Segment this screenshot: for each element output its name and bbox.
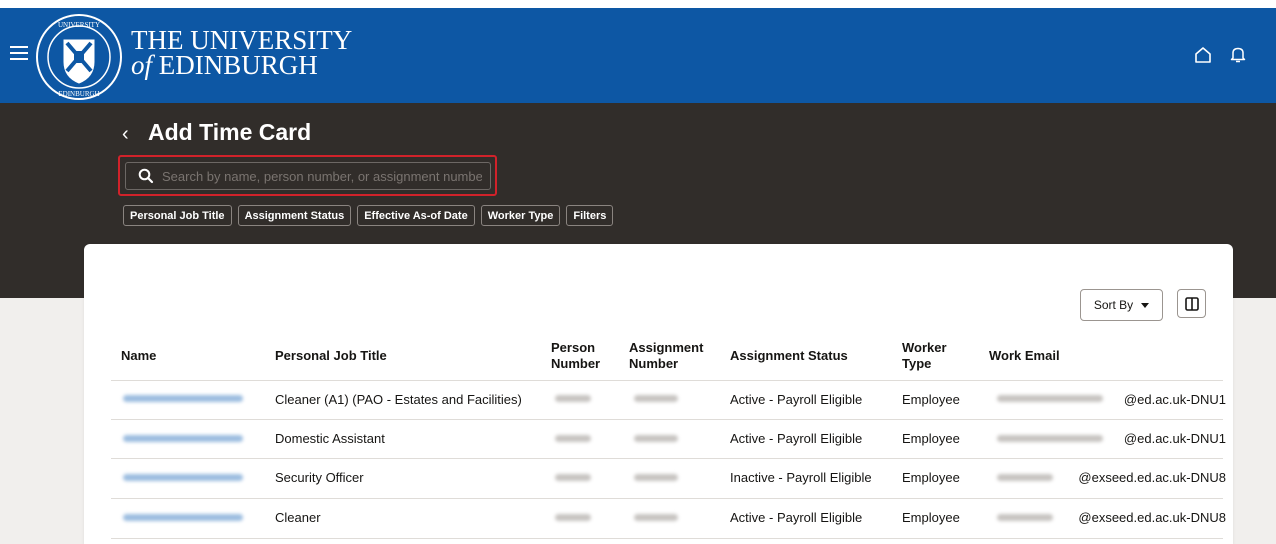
brand-of: of	[131, 50, 153, 80]
header-worker-type-line1: Worker	[902, 340, 947, 355]
email-domain-cell: @exseed.ed.ac.uk-DNU8	[1078, 470, 1226, 485]
sort-by-label: Sort By	[1093, 298, 1134, 312]
table-divider	[111, 380, 1223, 381]
window-top-edge	[0, 0, 1276, 8]
header-assignment-number-line2: Number	[629, 356, 679, 371]
filter-effective-as-of-date[interactable]: Effective As-of Date	[357, 205, 475, 226]
brand-line-2: of EDINBURGH	[131, 50, 352, 80]
svg-text:UNIVERSITY: UNIVERSITY	[58, 21, 100, 29]
search-input[interactable]	[162, 168, 482, 184]
home-icon[interactable]	[1194, 46, 1212, 64]
filter-worker-type[interactable]: Worker Type	[480, 205, 561, 226]
sort-by-button[interactable]: Sort By	[1080, 289, 1163, 321]
university-name: THE UNIVERSITY of EDINBURGH	[131, 27, 352, 80]
header-personal-job-title[interactable]: Personal Job Title	[275, 348, 387, 364]
email-domain-cell: @exseed.ed.ac.uk-DNU8	[1078, 510, 1226, 525]
header-work-email[interactable]: Work Email	[989, 348, 1060, 364]
header-person-number[interactable]: Person Number	[551, 340, 600, 372]
table-divider	[111, 458, 1223, 459]
header-assignment-status[interactable]: Assignment Status	[730, 348, 848, 364]
filters-button[interactable]: Filters	[566, 205, 614, 226]
header-worker-type-line2: Type	[902, 356, 932, 371]
table-divider	[111, 498, 1223, 499]
columns-icon	[1184, 296, 1199, 311]
notifications-bell-icon[interactable]	[1230, 46, 1246, 64]
search-field[interactable]	[125, 162, 491, 190]
filter-personal-job-title[interactable]: Personal Job Title	[123, 205, 232, 226]
back-button[interactable]: ‹	[122, 123, 129, 146]
header-name[interactable]: Name	[121, 348, 156, 364]
filter-chips: Personal Job Title Assignment Status Eff…	[123, 205, 614, 226]
header-assignment-number-line1: Assignment	[629, 340, 704, 355]
header-person-number-line1: Person	[551, 340, 596, 355]
page-title: Add Time Card	[148, 119, 312, 145]
chevron-down-icon	[1141, 302, 1150, 308]
header-worker-type[interactable]: Worker Type	[902, 340, 947, 372]
filter-assignment-status[interactable]: Assignment Status	[237, 205, 352, 226]
svg-text:EDINBURGH: EDINBURGH	[58, 90, 99, 98]
results-card: Sort By Name Personal Job Title Person N…	[84, 244, 1233, 544]
menu-icon[interactable]	[10, 46, 28, 62]
email-domain-cell: @ed.ac.uk-DNU1	[1123, 431, 1226, 446]
app-header: UNIVERSITY EDINBURGH THE UNIVERSITY of E…	[0, 8, 1276, 103]
header-assignment-number[interactable]: Assignment Number	[629, 340, 703, 372]
brand-edinburgh: EDINBURGH	[152, 50, 318, 80]
header-person-number-line2: Number	[551, 356, 601, 371]
column-settings-button[interactable]	[1177, 289, 1206, 318]
university-crest-logo: UNIVERSITY EDINBURGH	[36, 14, 122, 100]
email-domain-cell: @ed.ac.uk-DNU1	[1123, 392, 1226, 407]
table-divider	[111, 419, 1223, 420]
search-icon	[138, 168, 154, 184]
